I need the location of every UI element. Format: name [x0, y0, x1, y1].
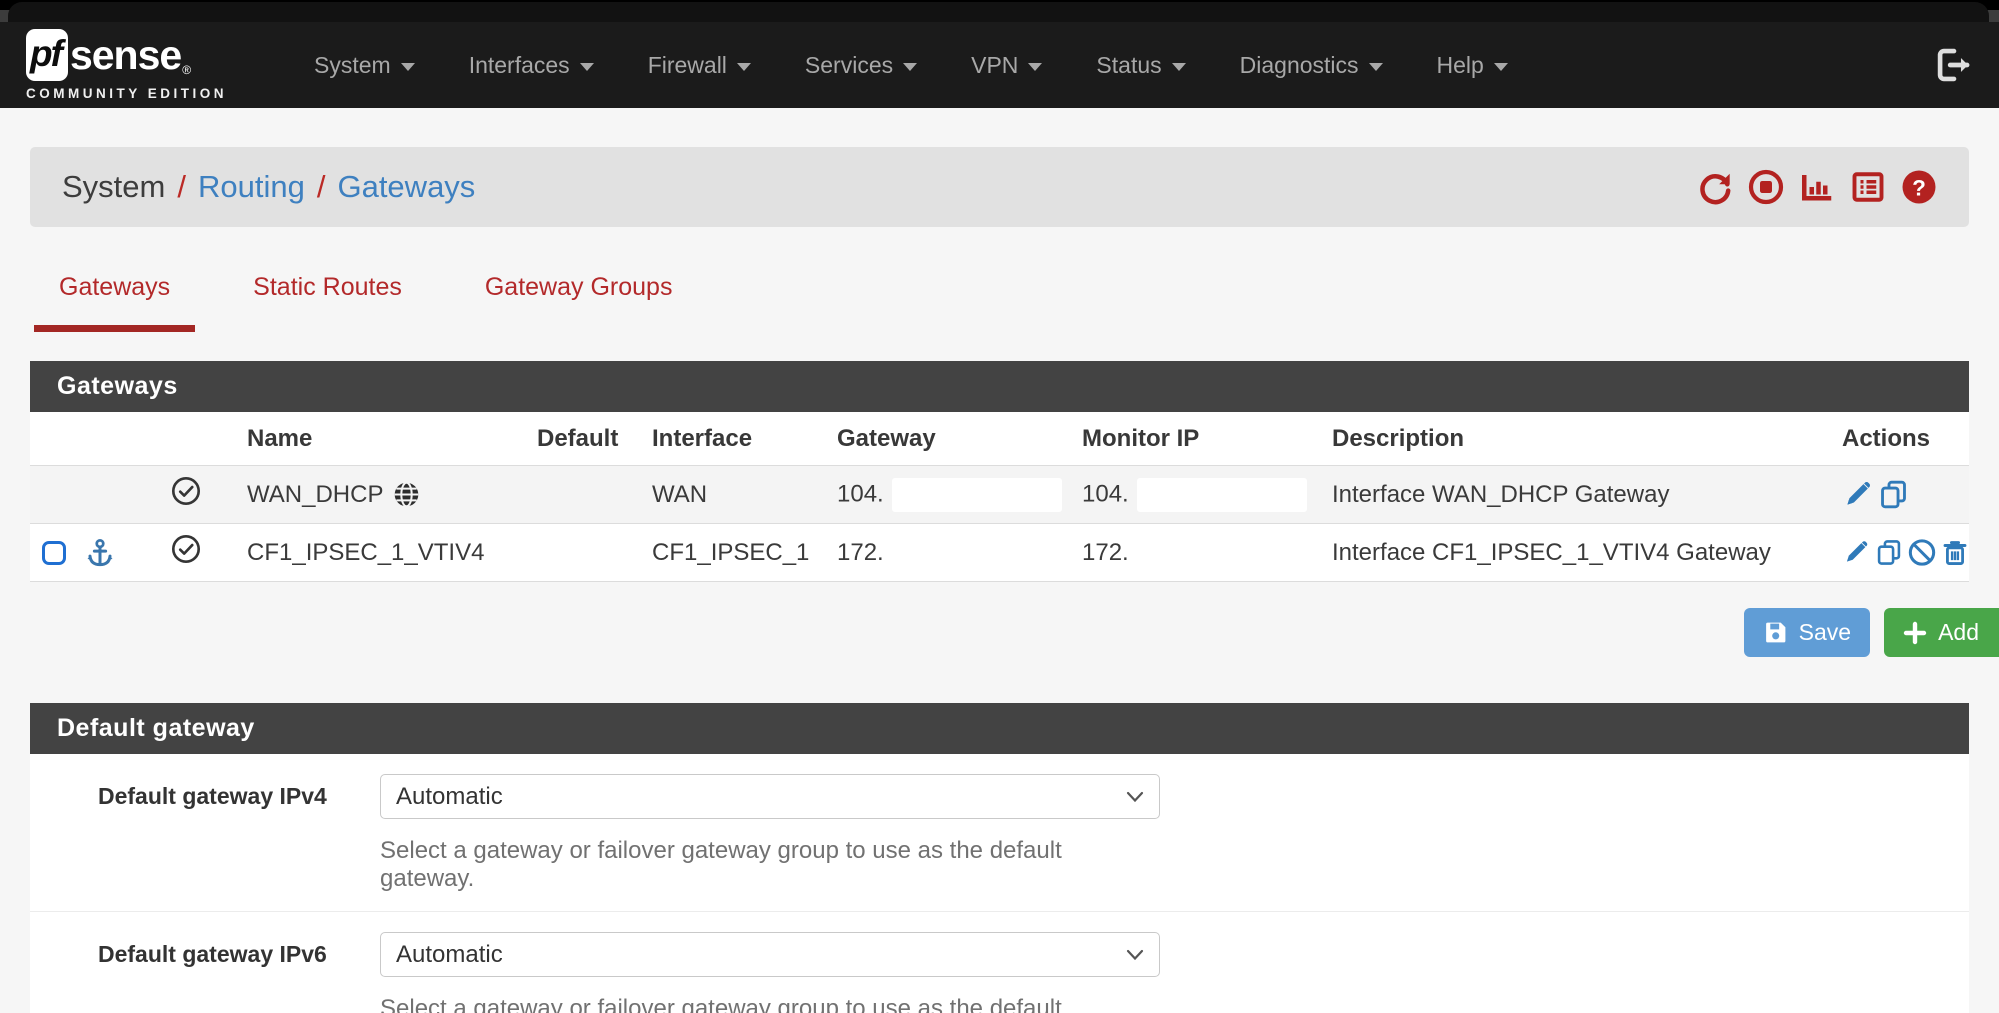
gateways-panel-title: Gateways [30, 361, 1969, 412]
caret-down-icon [903, 63, 917, 71]
gateways-panel: Gateways Name Default Interface Gateway … [30, 361, 1969, 582]
pfsense-logo-pf: pf [26, 29, 68, 81]
breadcrumb-separator: / [317, 169, 326, 205]
default-gateway-ipv6-row: Default gateway IPv6 Automatic Select a … [30, 912, 1969, 1013]
delete-icon[interactable] [1941, 537, 1969, 568]
plus-icon [1903, 621, 1927, 645]
gateway-default-cell [525, 524, 640, 582]
window-chrome-top [8, 2, 1989, 22]
tab-gateways[interactable]: Gateways [34, 273, 195, 332]
col-header-name: Name [225, 412, 525, 466]
button-row: Save Add [30, 608, 1999, 657]
save-icon [1763, 620, 1788, 645]
logout-icon[interactable] [1935, 48, 1973, 82]
window-chrome [0, 0, 1999, 22]
edit-icon[interactable] [1842, 537, 1870, 568]
gateway-name: CF1_IPSEC_1_VTIV4 [247, 539, 484, 567]
page-action-icons: ? [1697, 169, 1937, 205]
svg-text:?: ? [1912, 175, 1926, 200]
gateway-description: Interface CF1_IPSEC_1_VTIV4 Gateway [1320, 524, 1830, 582]
save-button[interactable]: Save [1744, 608, 1870, 657]
anchor-icon[interactable] [85, 538, 115, 568]
edit-icon[interactable] [1842, 479, 1873, 510]
pfsense-logo-sense: sense [70, 32, 181, 79]
breadcrumb-link-gateways[interactable]: Gateways [337, 169, 475, 205]
col-header-actions: Actions [1830, 412, 1969, 466]
add-button[interactable]: Add [1884, 608, 1999, 657]
refresh-icon[interactable] [1697, 169, 1733, 205]
default-gateway-ipv6-help: Select a gateway or failover gateway gro… [380, 995, 1160, 1013]
default-gateway-ipv6-select[interactable]: Automatic [380, 932, 1160, 977]
table-header-row: Name Default Interface Gateway Monitor I… [30, 412, 1969, 466]
menu-vpn[interactable]: VPN [944, 52, 1069, 79]
breadcrumb-bar: System / Routing / Gateways [30, 147, 1969, 227]
menu-services[interactable]: Services [778, 52, 944, 79]
col-header-interface: Interface [640, 412, 825, 466]
gateway-online-icon [171, 476, 201, 506]
top-navbar: pfsense® COMMUNITY EDITION System Interf… [0, 22, 1999, 108]
redacted-ip-box [892, 478, 1062, 512]
breadcrumb-separator: / [177, 169, 186, 205]
help-icon[interactable]: ? [1901, 169, 1937, 205]
caret-down-icon [1028, 63, 1042, 71]
menu-help[interactable]: Help [1410, 52, 1535, 79]
tab-static-routes[interactable]: Static Routes [228, 273, 427, 332]
copy-icon[interactable] [1875, 537, 1903, 568]
default-gateway-ipv4-label: Default gateway IPv4 [30, 774, 380, 893]
gateway-default-cell [525, 466, 640, 524]
disable-icon[interactable] [1908, 537, 1936, 568]
default-gateway-ipv4-row: Default gateway IPv4 Automatic Select a … [30, 754, 1969, 912]
default-gateway-ipv6-label: Default gateway IPv6 [30, 932, 380, 1013]
default-gateway-panel: Default gateway Default gateway IPv4 Aut… [30, 703, 1969, 1013]
copy-icon[interactable] [1878, 479, 1909, 510]
caret-down-icon [1172, 63, 1186, 71]
default-gateway-ipv4-help: Select a gateway or failover gateway gro… [380, 837, 1160, 893]
gateway-address: 104. [837, 480, 884, 507]
menu-interfaces[interactable]: Interfaces [442, 52, 621, 79]
log-icon[interactable] [1850, 169, 1886, 205]
registered-mark: ® [182, 63, 191, 77]
menu-system[interactable]: System [287, 52, 442, 79]
gateway-address: 172. [837, 539, 884, 566]
stop-icon[interactable] [1748, 169, 1784, 205]
caret-down-icon [1494, 63, 1508, 71]
caret-down-icon [737, 63, 751, 71]
pfsense-logo-text: pfsense® [26, 29, 227, 81]
main-menu: System Interfaces Firewall Services VPN … [287, 52, 1535, 79]
chart-icon[interactable] [1799, 169, 1835, 205]
default-gateway-panel-title: Default gateway [30, 703, 1969, 754]
gateway-interface: WAN [640, 466, 825, 524]
pfsense-logo[interactable]: pfsense® COMMUNITY EDITION [26, 29, 227, 101]
col-header-monitor-ip: Monitor IP [1070, 412, 1320, 466]
col-header-description: Description [1320, 412, 1830, 466]
breadcrumb-link-routing[interactable]: Routing [198, 169, 305, 205]
breadcrumb-root: System [62, 169, 165, 205]
table-row: WAN_DHCP WAN 104. 104. Interface WAN_DHC… [30, 466, 1969, 524]
tab-gateway-groups[interactable]: Gateway Groups [460, 273, 698, 332]
caret-down-icon [580, 63, 594, 71]
caret-down-icon [1369, 63, 1383, 71]
default-gateway-globe-icon [393, 481, 420, 508]
default-gateway-ipv4-select[interactable]: Automatic [380, 774, 1160, 819]
breadcrumb: System / Routing / Gateways [62, 169, 475, 205]
monitor-ip: 104. [1082, 480, 1129, 507]
menu-firewall[interactable]: Firewall [621, 52, 778, 79]
col-header-gateway: Gateway [825, 412, 1070, 466]
table-row: CF1_IPSEC_1_VTIV4 CF1_IPSEC_1 172. 172. … [30, 524, 1969, 582]
col-header-default: Default [525, 412, 640, 466]
sub-tabs: Gateways Static Routes Gateway Groups [30, 273, 1969, 332]
redacted-ip-box [1137, 478, 1307, 512]
row-select-checkbox[interactable] [42, 541, 66, 565]
gateway-name: WAN_DHCP [247, 481, 383, 509]
gateway-online-icon [171, 534, 201, 564]
gateway-interface: CF1_IPSEC_1 [640, 524, 825, 582]
gateways-table: Name Default Interface Gateway Monitor I… [30, 412, 1969, 582]
menu-status[interactable]: Status [1069, 52, 1212, 79]
monitor-ip: 172. [1082, 539, 1129, 566]
menu-diagnostics[interactable]: Diagnostics [1213, 52, 1410, 79]
gateway-description: Interface WAN_DHCP Gateway [1320, 466, 1830, 524]
caret-down-icon [401, 63, 415, 71]
community-edition-label: COMMUNITY EDITION [26, 86, 227, 101]
page-content: System / Routing / Gateways [0, 147, 1999, 1013]
